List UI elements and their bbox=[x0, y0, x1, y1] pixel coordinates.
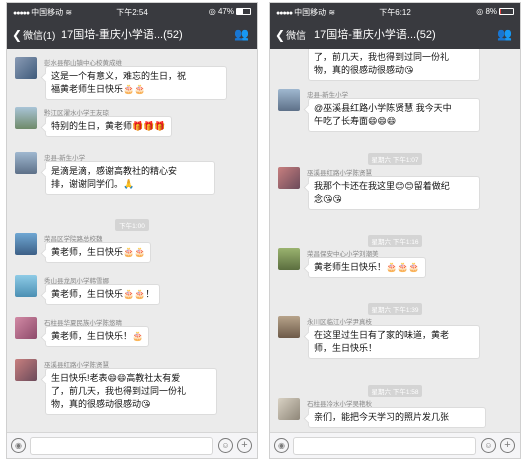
chat-title: 17国培-重庆小学语...(52) bbox=[314, 29, 436, 41]
chevron-left-icon: ❮ bbox=[275, 28, 286, 42]
message-line: 黄老师，生日快乐！🎂 bbox=[51, 331, 144, 341]
message-bubble[interactable]: 特别的生日，黄老师🎁🎁🎁 bbox=[45, 116, 172, 137]
message-list[interactable]: 彭水县郁山镇中心校黄成维 这是一个有意义，难忘的生日，祝 福黄老师生日快乐🎂🎂 … bbox=[7, 49, 257, 432]
emoji-icon[interactable]: ☺ bbox=[218, 438, 233, 453]
timestamp: 星期六 下午1:39 bbox=[270, 299, 520, 317]
avatar[interactable] bbox=[278, 316, 300, 338]
avatar[interactable] bbox=[15, 317, 37, 339]
input-bar: ◉ ☺ + bbox=[270, 432, 520, 458]
input-bar: ◉ ☺ + bbox=[7, 432, 257, 458]
voice-icon[interactable]: ◉ bbox=[274, 438, 289, 453]
message-line: 这是一个有意义，难忘的生日，祝 bbox=[51, 71, 187, 81]
status-bar: ●●●●● 中国移动 ≋ 下午6:12 ◎ 8% bbox=[270, 3, 520, 19]
message-line: 在这里过生日有了家的味道，黄老 bbox=[314, 330, 450, 340]
avatar[interactable] bbox=[15, 233, 37, 255]
battery-icon bbox=[236, 8, 251, 15]
chat-screen-left: ●●●●● 中国移动 ≋ 下午2:54 ◎ 47% ❮微信(1) 17国培-重庆小… bbox=[6, 2, 258, 459]
avatar[interactable] bbox=[15, 57, 37, 79]
avatar[interactable] bbox=[15, 152, 37, 174]
message-line: 黄老师，生日快乐🎂🎂！ bbox=[51, 289, 155, 299]
message-line: 物，真的很感动很感动😘 bbox=[314, 65, 414, 75]
back-button[interactable]: ❮微信 bbox=[275, 27, 306, 42]
nav-bar: ❮微信 17国培-重庆小学语...(52) 👥 bbox=[270, 19, 520, 49]
message-bubble[interactable]: 我那个卡还在我这里😊😊留着做纪 念😘😘 bbox=[308, 176, 480, 210]
message-line: 了，前几天，我也得到过同一份礼 bbox=[314, 52, 450, 62]
message-line: 排，谢谢同学们。🙏 bbox=[51, 179, 135, 189]
message-bubble[interactable]: 黄老师，生日快乐🎂🎂！ bbox=[45, 284, 161, 305]
timestamp: 星期六 下午1:07 bbox=[270, 149, 520, 167]
avatar[interactable] bbox=[15, 275, 37, 297]
avatar[interactable] bbox=[278, 167, 300, 189]
message-line: 我那个卡还在我这里😊😊留着做纪 bbox=[314, 181, 450, 191]
message-bubble[interactable]: 生日快乐!老表😄😄高教社太有爱 了，前几天，我也得到过同一份礼 物，真的很感动很… bbox=[45, 368, 217, 415]
message-line: 是滴是滴，感谢高教社的精心安 bbox=[51, 166, 178, 176]
message-input[interactable] bbox=[30, 437, 213, 455]
message-input[interactable] bbox=[293, 437, 476, 455]
message-line: 念😘😘 bbox=[314, 194, 342, 204]
message-line: 黄老师，生日快乐🎂🎂 bbox=[51, 247, 146, 257]
avatar[interactable] bbox=[15, 107, 37, 129]
emoji-icon[interactable]: ☺ bbox=[481, 438, 496, 453]
status-bar: ●●●●● 中国移动 ≋ 下午2:54 ◎ 47% bbox=[7, 3, 257, 19]
message-line: 物，真的很感动很感动😘 bbox=[51, 399, 151, 409]
back-label: 微信 bbox=[286, 31, 307, 42]
message-bubble[interactable]: 在这里过生日有了家的味道，黄老 师，生日快乐！ bbox=[308, 325, 480, 359]
message-bubble[interactable]: 了，前几天，我也得到过同一份礼 物，真的很感动很感动😘 bbox=[308, 49, 480, 81]
message-list[interactable]: 了，前几天，我也得到过同一份礼 物，真的很感动很感动😘 忠县-新生小学 @巫溪县… bbox=[270, 49, 520, 432]
message-line: 黄老师生日快乐！🎂🎂🎂 bbox=[314, 262, 420, 272]
message-line: @巫溪县红路小学陈贤慧 我今天中 bbox=[314, 103, 452, 113]
chat-screen-right: ●●●●● 中国移动 ≋ 下午6:12 ◎ 8% ❮微信 17国培-重庆小学语..… bbox=[269, 2, 521, 459]
message-line: 福黄老师生日快乐🎂🎂 bbox=[51, 84, 146, 94]
avatar[interactable] bbox=[278, 248, 300, 270]
message-line: 了，前几天，我也得到过同一份礼 bbox=[51, 386, 187, 396]
message-bubble[interactable]: @巫溪县红路小学陈贤慧 我今天中 午吃了长寿面😄😄😄 bbox=[308, 98, 480, 132]
group-members-icon[interactable]: 👥 bbox=[234, 27, 249, 41]
voice-icon[interactable]: ◉ bbox=[11, 438, 26, 453]
timestamp: 星期六 下午1:16 bbox=[270, 231, 520, 249]
message-bubble[interactable]: 亲们，能把今天学习的照片发几张 bbox=[308, 407, 486, 428]
chat-title: 17国培-重庆小学语...(52) bbox=[61, 29, 183, 41]
message-bubble[interactable]: 是滴是滴，感谢高教社的精心安 排，谢谢同学们。🙏 bbox=[45, 161, 215, 195]
message-bubble[interactable]: 黄老师，生日快乐🎂🎂 bbox=[45, 242, 152, 263]
message-line: 亲们，能把今天学习的照片发几张 bbox=[314, 412, 450, 422]
avatar[interactable] bbox=[278, 89, 300, 111]
message-bubble[interactable]: 黄老师，生日快乐！🎂 bbox=[45, 326, 150, 347]
plus-icon[interactable]: + bbox=[237, 438, 252, 453]
plus-icon[interactable]: + bbox=[500, 438, 515, 453]
back-label: 微信(1) bbox=[23, 31, 56, 42]
message-line: 师，生日快乐！ bbox=[314, 343, 378, 353]
battery-percent: 8% bbox=[485, 7, 497, 16]
battery-icon bbox=[499, 8, 514, 15]
message-line: 特别的生日，黄老师🎁🎁🎁 bbox=[51, 121, 166, 131]
chevron-left-icon: ❮ bbox=[12, 28, 23, 42]
timestamp: 星期六 下午1:58 bbox=[270, 381, 520, 399]
message-bubble[interactable]: 黄老师生日快乐！🎂🎂🎂 bbox=[308, 257, 426, 278]
alarm-icon: ◎ bbox=[476, 7, 484, 16]
nav-bar: ❮微信(1) 17国培-重庆小学语...(52) 👥 bbox=[7, 19, 257, 49]
message-line: 午吃了长寿面😄😄😄 bbox=[314, 116, 397, 126]
battery-percent: 47% bbox=[217, 7, 234, 16]
avatar[interactable] bbox=[15, 359, 37, 381]
alarm-icon: ◎ bbox=[208, 7, 216, 16]
avatar[interactable] bbox=[278, 398, 300, 420]
message-line: 生日快乐!老表😄😄高教社太有爱 bbox=[51, 373, 181, 383]
timestamp: 下午1:00 bbox=[7, 215, 257, 233]
back-button[interactable]: ❮微信(1) bbox=[12, 27, 55, 42]
group-members-icon[interactable]: 👥 bbox=[497, 27, 512, 41]
message-bubble[interactable]: 这是一个有意义，难忘的生日，祝 福黄老师生日快乐🎂🎂 bbox=[45, 66, 227, 100]
